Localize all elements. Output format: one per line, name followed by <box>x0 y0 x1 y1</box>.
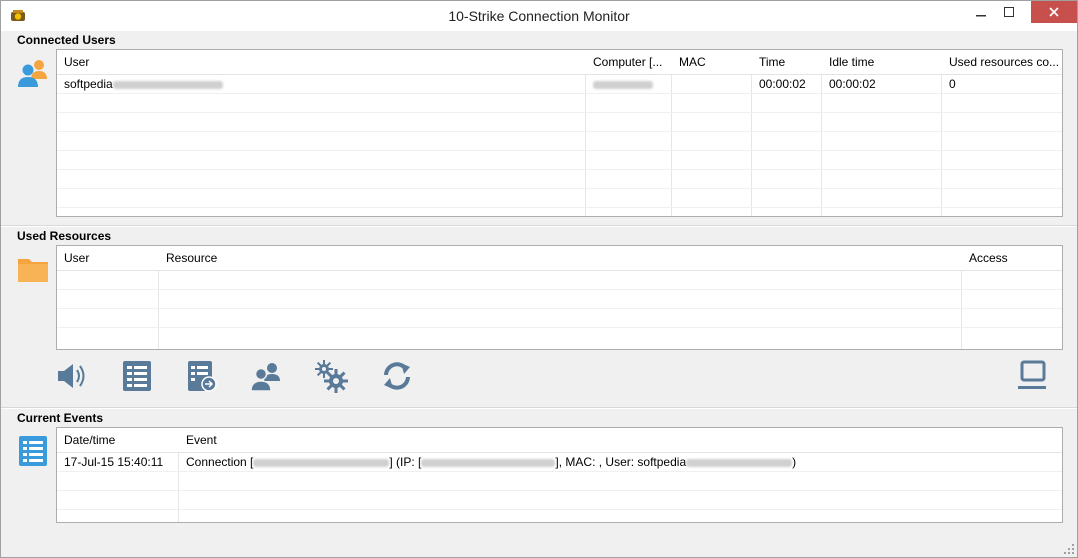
connected-users-table[interactable]: User Computer [... MAC Time Idle time Us… <box>56 49 1063 217</box>
close-icon <box>1049 7 1059 17</box>
event-cell: Connection [] (IP: [], MAC: , User: soft… <box>186 455 797 469</box>
computer-icon <box>1018 360 1046 389</box>
column-header-resource[interactable]: Resource <box>159 251 962 265</box>
idle-time-cell: 00:00:02 <box>829 77 876 91</box>
events-icon <box>19 436 47 466</box>
redacted-host <box>253 458 390 467</box>
resize-grip-icon[interactable] <box>1063 543 1075 555</box>
column-header-datetime[interactable]: Date/time <box>57 433 179 447</box>
redacted-email <box>112 80 223 89</box>
settings-icon <box>315 360 348 393</box>
folder-icon <box>18 259 48 282</box>
redacted-ip <box>421 458 556 467</box>
speaker-icon <box>58 364 85 388</box>
title-bar[interactable]: 10-Strike Connection Monitor <box>1 1 1077 31</box>
connected-users-label: Connected Users <box>17 33 116 47</box>
export-log-button[interactable] <box>184 358 220 394</box>
maximize-icon <box>1004 7 1014 17</box>
event-log-button[interactable] <box>119 358 155 394</box>
user-cell: softpedia <box>64 77 113 91</box>
column-header-user[interactable]: User <box>57 55 586 69</box>
table-row[interactable]: softpedia 00:00:02 00:00:02 0 <box>57 75 1062 93</box>
datetime-cell: 17-Jul-15 15:40:11 <box>64 455 164 469</box>
current-events-label: Current Events <box>17 411 104 425</box>
column-header-idle-time[interactable]: Idle time <box>822 55 942 69</box>
column-header-event[interactable]: Event <box>179 433 1059 447</box>
minimize-icon <box>976 15 986 17</box>
minimize-button[interactable] <box>967 1 995 23</box>
redacted-computer <box>593 80 653 89</box>
used-resources-cell: 0 <box>949 77 956 91</box>
column-header-access[interactable]: Access <box>962 251 1062 265</box>
table-row[interactable]: 17-Jul-15 15:40:11 Connection [] (IP: []… <box>57 453 1062 471</box>
used-resources-table[interactable]: User Resource Access <box>56 245 1063 350</box>
status-bar <box>1 535 1077 557</box>
used-resources-header: User Resource Access <box>57 246 1062 270</box>
sound-button[interactable] <box>54 358 90 394</box>
maximize-button[interactable] <box>995 1 1023 23</box>
computer-button[interactable] <box>1014 358 1050 394</box>
time-cell: 00:00:02 <box>759 77 806 91</box>
connected-users-header: User Computer [... MAC Time Idle time Us… <box>57 50 1062 74</box>
window-title: 10-Strike Connection Monitor <box>448 8 630 24</box>
app-window: 10-Strike Connection Monitor Connected U… <box>0 0 1078 558</box>
refresh-icon <box>384 362 410 390</box>
users-icon <box>18 60 47 87</box>
current-events-header: Date/time Event <box>57 428 1062 452</box>
current-events-table[interactable]: Date/time Event 17-Jul-15 15:40:11 Conne… <box>56 427 1063 523</box>
column-header-used-resources[interactable]: Used resources co... <box>942 55 1062 69</box>
column-header-time[interactable]: Time <box>752 55 822 69</box>
column-header-mac[interactable]: MAC <box>672 55 752 69</box>
close-button[interactable] <box>1031 1 1077 23</box>
refresh-button[interactable] <box>379 358 415 394</box>
event-log-icon <box>123 361 151 391</box>
redacted-email <box>686 458 793 467</box>
column-header-computer[interactable]: Computer [... <box>586 55 672 69</box>
settings-button[interactable] <box>313 358 349 394</box>
event-log-export-icon <box>188 361 217 392</box>
column-header-user[interactable]: User <box>57 251 159 265</box>
used-resources-label: Used Resources <box>17 229 112 243</box>
user-icon <box>250 363 280 392</box>
users-button[interactable] <box>248 358 284 394</box>
